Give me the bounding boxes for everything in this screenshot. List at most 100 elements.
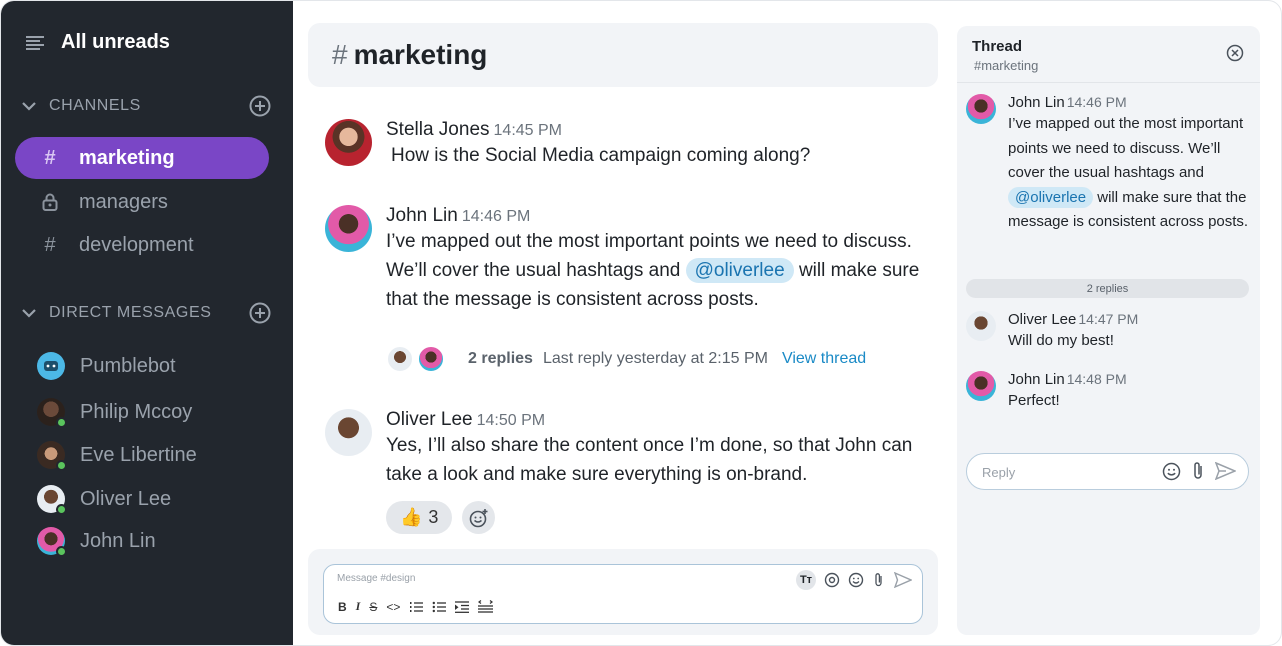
message-text: I’ve mapped out the most important point… [386, 227, 935, 314]
message-time: 14:48 PM [1066, 371, 1127, 387]
list-icon [26, 35, 44, 50]
bot-avatar [37, 352, 65, 380]
emoji-icon[interactable] [848, 572, 864, 588]
message-text: How is the Social Media campaign coming … [391, 145, 811, 166]
dm-item-john-lin[interactable]: John Lin [37, 527, 156, 557]
strikethrough-icon[interactable]: S [369, 600, 377, 614]
dm-item-oliver-lee[interactable]: Oliver Lee [37, 485, 171, 515]
reaction-thumbs-up[interactable]: 👍 3 [386, 501, 453, 534]
message-text: I’ve mapped out the most important point… [1008, 112, 1251, 235]
attachment-icon[interactable] [872, 572, 886, 588]
numbered-list-icon[interactable] [409, 601, 424, 613]
at-mention-icon[interactable] [824, 572, 840, 588]
channel-header: # marketing [308, 23, 938, 87]
channels-section-header[interactable]: CHANNELS [21, 95, 271, 117]
thumbs-up-icon: 👍 [400, 507, 423, 527]
message-author[interactable]: John Lin [1008, 371, 1065, 388]
avatar[interactable] [966, 311, 996, 341]
message-author[interactable]: John Lin [1008, 94, 1065, 111]
message-input[interactable]: Message #design Tт B I S <> [323, 564, 923, 624]
mention-oliverlee[interactable]: @oliverlee [1008, 186, 1094, 208]
add-channel-icon[interactable] [249, 95, 271, 117]
italic-icon[interactable]: I [356, 599, 361, 614]
message[interactable]: Stella Jones 14:45 PM How is the Social M… [325, 119, 935, 170]
message-author[interactable]: Oliver Lee [1008, 311, 1076, 328]
dm-label: John Lin [80, 529, 156, 552]
bold-icon[interactable]: B [338, 600, 347, 614]
emoji-icon[interactable] [1162, 462, 1181, 481]
message-time: 14:50 PM [476, 412, 546, 429]
avatar[interactable] [325, 205, 372, 252]
message-author[interactable]: Stella Jones [386, 119, 490, 140]
view-thread-link[interactable]: View thread [782, 350, 866, 368]
thread-reply[interactable]: Oliver Lee 14:47 PM Will do my best! [966, 311, 1251, 354]
all-unreads-link[interactable]: All unreads [25, 31, 170, 54]
dm-label: Eve Libertine [80, 443, 197, 466]
avatar [417, 345, 445, 373]
app-window: All unreads CHANNELS # marketing manager… [0, 0, 1282, 646]
online-status-dot [56, 546, 67, 557]
reaction-count: 3 [428, 507, 439, 527]
code-icon[interactable]: <> [386, 600, 400, 614]
thread-summary[interactable]: 2 replies Last reply yesterday at 2:15 P… [386, 345, 866, 373]
text-part: I’ve mapped out the most important point… [1008, 115, 1244, 181]
message-time: 14:46 PM [461, 208, 531, 225]
bullet-list-icon[interactable] [432, 601, 447, 613]
dm-label: Pumblebot [80, 354, 176, 377]
message[interactable]: Oliver Lee 14:50 PM Yes, I’ll also share … [325, 409, 935, 489]
add-dm-icon[interactable] [249, 302, 271, 324]
sidebar-item-development[interactable]: # development [15, 224, 269, 266]
message[interactable]: John Lin 14:46 PM I’ve mapped out the mos… [325, 205, 935, 314]
mention-oliverlee[interactable]: @oliverlee [685, 258, 794, 283]
avatar [37, 398, 67, 428]
thread-channel[interactable]: #marketing [974, 58, 1038, 73]
avatar[interactable] [325, 119, 372, 166]
send-icon[interactable] [1215, 462, 1236, 480]
channel-label: marketing [79, 146, 175, 169]
message-time: 14:46 PM [1066, 94, 1127, 110]
avatar [386, 345, 414, 373]
avatar [37, 527, 67, 557]
message-text: Yes, I’ll also share the content once I’… [386, 435, 913, 485]
avatar[interactable] [966, 94, 996, 124]
message-author[interactable]: Oliver Lee [386, 409, 473, 430]
composer-actions: Tт [796, 570, 912, 590]
online-status-dot [56, 460, 67, 471]
dm-item-eve-libertine[interactable]: Eve Libertine [37, 441, 197, 471]
avatar[interactable] [325, 409, 372, 456]
composer-area: Message #design Tт B I S <> [308, 549, 938, 635]
format-toggle-icon[interactable]: Tт [796, 570, 816, 590]
dm-section-header[interactable]: DIRECT MESSAGES [21, 302, 271, 324]
close-icon[interactable] [1226, 44, 1244, 62]
all-unreads-label: All unreads [61, 31, 170, 53]
channel-label: managers [79, 190, 168, 213]
thread-title: Thread [972, 38, 1023, 55]
reactions: 👍 3 [386, 501, 496, 534]
add-emoji-icon [469, 508, 488, 527]
add-reaction-button[interactable] [462, 501, 496, 534]
reply-input[interactable]: Reply [966, 453, 1249, 490]
message-text: Perfect! [1008, 392, 1060, 409]
channel-label: development [79, 233, 194, 256]
indent-icon[interactable] [455, 600, 470, 613]
dm-item-philip-mccoy[interactable]: Philip Mccoy [37, 398, 192, 428]
dm-item-pumblebot[interactable]: Pumblebot [37, 352, 176, 380]
direct-messages-label: DIRECT MESSAGES [49, 304, 212, 321]
message-time: 14:45 PM [493, 122, 562, 139]
thread-parent-message[interactable]: John Lin 14:46 PM I’ve mapped out the mos… [966, 94, 1251, 235]
channel-title: marketing [353, 39, 488, 70]
reply-actions [1162, 461, 1236, 481]
online-status-dot [56, 504, 67, 515]
chevron-down-icon[interactable] [21, 101, 37, 111]
thread-reply[interactable]: John Lin 14:48 PM Perfect! [966, 371, 1251, 414]
message-author[interactable]: John Lin [386, 205, 458, 226]
send-icon[interactable] [894, 572, 912, 588]
chevron-down-icon[interactable] [21, 308, 37, 318]
reply-count[interactable]: 2 replies [468, 350, 533, 368]
message-time: 14:47 PM [1078, 311, 1139, 327]
sidebar-item-managers[interactable]: managers [15, 181, 269, 223]
code-block-icon[interactable] [478, 600, 494, 613]
avatar[interactable] [966, 371, 996, 401]
sidebar-item-marketing[interactable]: # marketing [15, 137, 269, 179]
attachment-icon[interactable] [1191, 461, 1205, 481]
